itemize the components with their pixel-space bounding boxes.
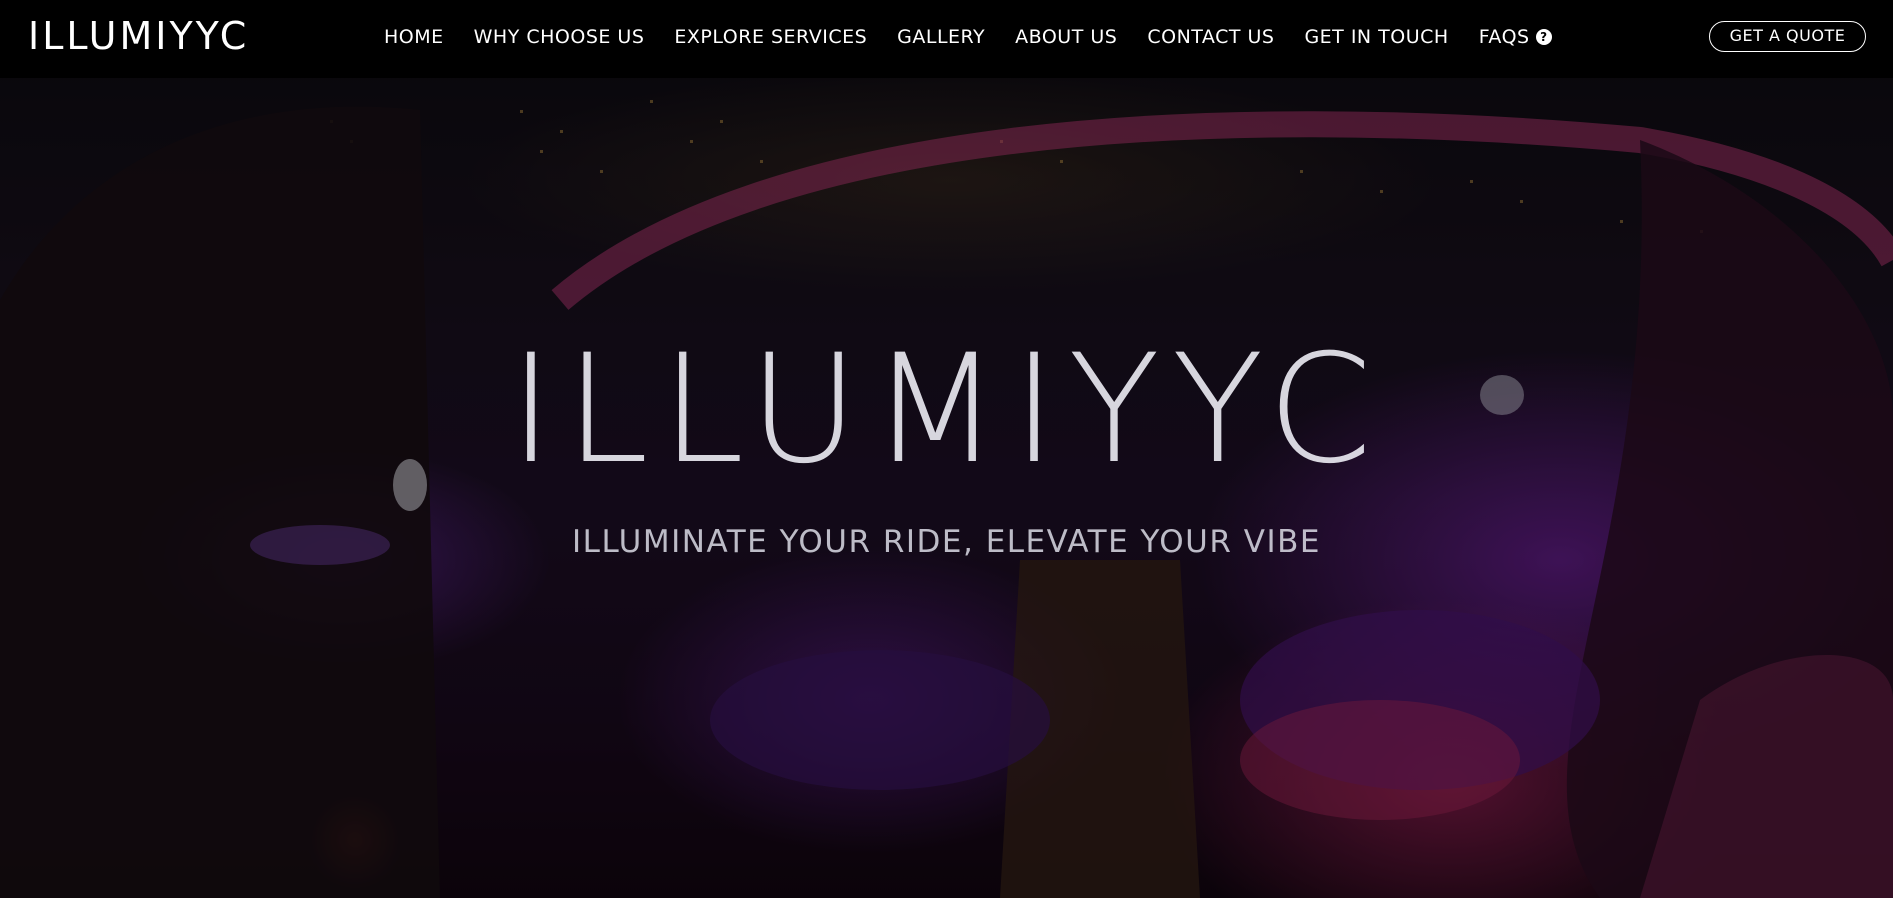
nav-item-home[interactable]: HOME	[384, 24, 444, 50]
nav-item-why-choose-us[interactable]: WHY CHOOSE US	[474, 24, 645, 50]
nav-item-faqs[interactable]: FAQS ?	[1479, 24, 1552, 50]
help-circle-icon: ?	[1535, 29, 1552, 45]
main-nav: HOME WHY CHOOSE US EXPLORE SERVICES GALL…	[384, 24, 1552, 50]
nav-item-gallery[interactable]: GALLERY	[897, 24, 985, 50]
hero-subtitle: ILLUMINATE YOUR RIDE, ELEVATE YOUR VIBE	[572, 524, 1321, 560]
page: ILLUMIYYC HOME WHY CHOOSE US EXPLORE SER…	[0, 0, 1893, 898]
nav-item-about-us[interactable]: ABOUT US	[1015, 24, 1117, 50]
hero-title: ILLUMIYYC	[508, 323, 1385, 497]
nav-item-contact-us[interactable]: CONTACT US	[1147, 24, 1274, 50]
nav-item-faqs-label[interactable]: FAQS	[1479, 24, 1530, 50]
brand-logo[interactable]: ILLUMIYYC	[28, 14, 249, 58]
nav-item-get-in-touch[interactable]: GET IN TOUCH	[1304, 24, 1448, 50]
get-a-quote-button[interactable]: GET A QUOTE	[1709, 21, 1866, 52]
top-navbar: ILLUMIYYC HOME WHY CHOOSE US EXPLORE SER…	[0, 0, 1893, 78]
nav-item-explore-services[interactable]: EXPLORE SERVICES	[674, 24, 867, 50]
